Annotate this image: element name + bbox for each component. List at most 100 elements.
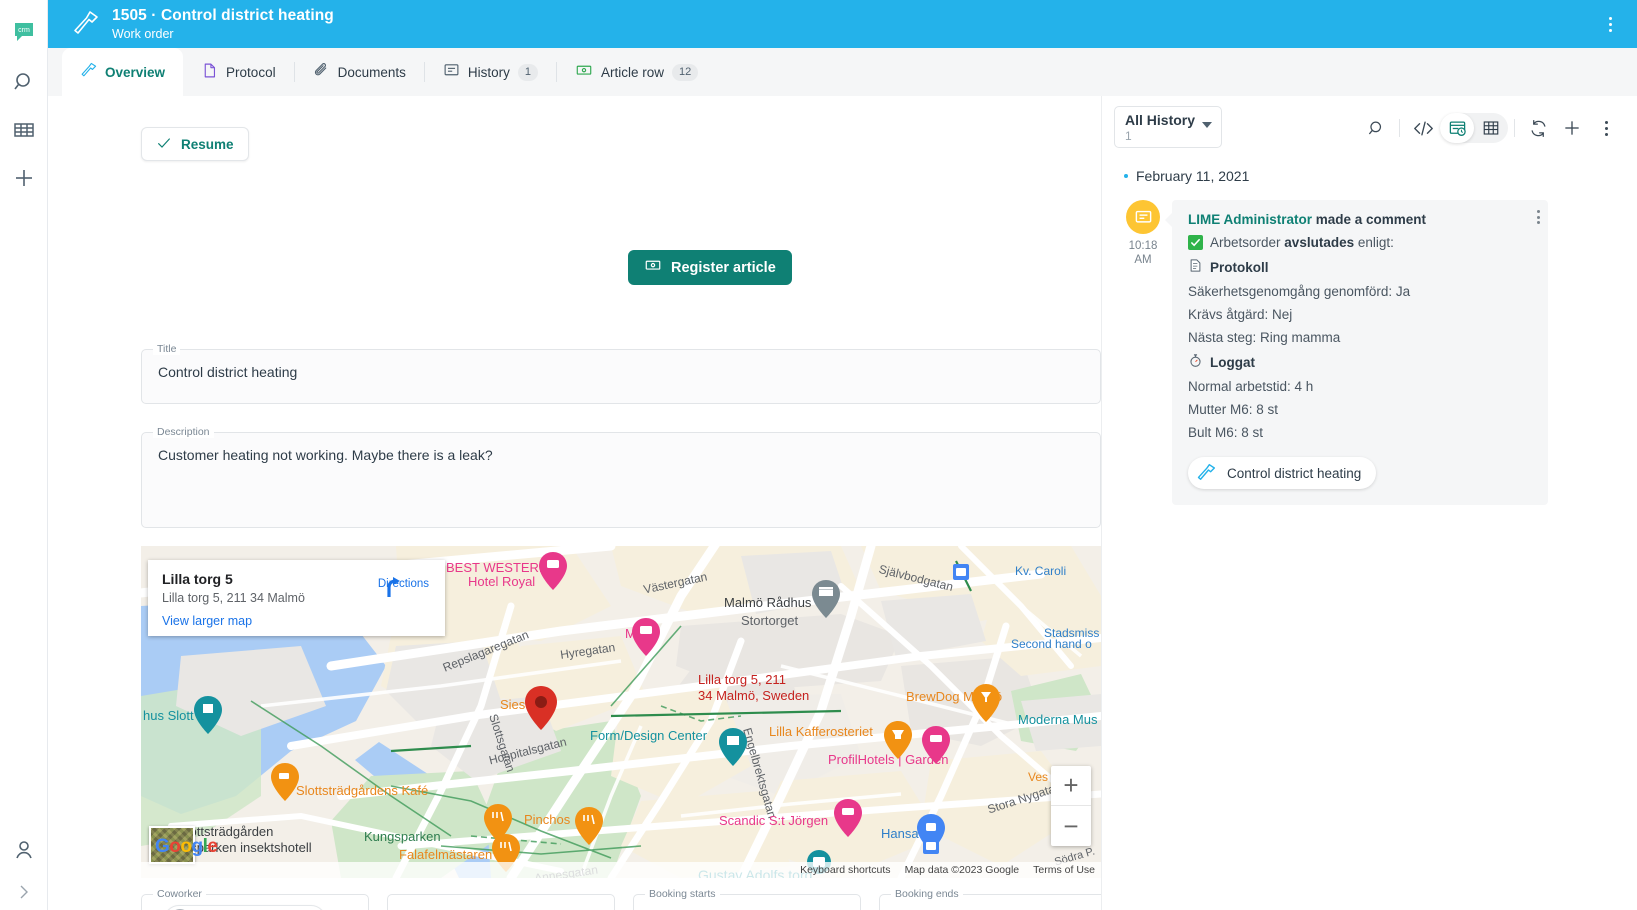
description-value: Customer heating not working. Maybe ther… xyxy=(158,447,493,463)
directions-button[interactable]: Directions xyxy=(378,576,429,597)
overview-form-pane: Resume Register article Title Control di… xyxy=(48,96,1101,910)
hammer-icon xyxy=(80,62,97,82)
keyboard-shortcuts-link[interactable]: Keyboard shortcuts xyxy=(800,864,890,876)
tab-history[interactable]: History 1 xyxy=(425,48,556,96)
timeline-date-dot xyxy=(1124,174,1128,178)
register-article-label: Register article xyxy=(671,259,776,276)
map-zoom-in-button[interactable]: + xyxy=(1051,766,1091,806)
history-kebab-icon[interactable] xyxy=(1589,112,1623,144)
title-value: Control district heating xyxy=(158,364,298,380)
history-line-4: Krävs åtgärd: Nej xyxy=(1188,307,1532,322)
related-record-tag[interactable]: Control district heating xyxy=(1188,457,1377,489)
description-field[interactable]: Description Customer heating not working… xyxy=(141,426,1101,528)
table-view-icon[interactable] xyxy=(1474,113,1508,143)
timeline-date-group: February 11, 2021 xyxy=(1112,154,1637,184)
app-root: crm 1505 · Control district heating Work… xyxy=(0,0,1637,910)
history-line-5: Nästa steg: Ring mamma xyxy=(1188,330,1532,345)
history-view-toggle xyxy=(1440,113,1508,143)
history-entry-time-hm: 10:18 xyxy=(1128,240,1158,252)
booking-ends-field[interactable]: Booking ends 2021-06-01 17:00 xyxy=(879,888,1101,910)
description-label: Description xyxy=(153,426,214,438)
view-larger-map-link[interactable]: View larger map xyxy=(162,614,431,628)
timeline-view-icon[interactable] xyxy=(1440,113,1474,143)
main-column: 1505 · Control district heating Work ord… xyxy=(48,0,1637,910)
tab-label: Overview xyxy=(105,64,166,80)
paperclip-icon xyxy=(313,62,330,82)
line1-bold: avslutades xyxy=(1284,235,1355,250)
tab-label: History xyxy=(467,64,510,80)
history-entry-meta: 10:18 AM xyxy=(1114,200,1172,505)
history-entry-header: LIME Administrator made a comment xyxy=(1188,212,1532,227)
expand-icon[interactable] xyxy=(0,874,48,910)
history-entry-time-ampm: AM xyxy=(1134,254,1152,267)
svg-text:crm: crm xyxy=(18,27,30,34)
search-icon[interactable] xyxy=(1359,112,1393,144)
tool-divider xyxy=(1399,119,1400,137)
terms-of-use-link[interactable]: Terms of Use xyxy=(1033,864,1095,876)
code-icon[interactable] xyxy=(1406,112,1440,144)
plus-icon[interactable] xyxy=(0,154,48,202)
hammer-icon xyxy=(68,9,102,39)
history-line-3: Säkerhetsgenomgång genomförd: Ja xyxy=(1188,284,1532,299)
add-history-icon[interactable] xyxy=(1555,112,1589,144)
chevron-down-icon xyxy=(1202,122,1213,128)
register-article-button[interactable]: Register article xyxy=(628,250,792,285)
left-rail: crm xyxy=(0,0,48,910)
line1-post: enligt: xyxy=(1354,235,1394,250)
map-info-card: Lilla torg 5 Lilla torg 5, 211 34 Malmö … xyxy=(148,560,445,636)
coworker-label: Coworker xyxy=(153,888,206,900)
header-text: 1505 · Control district heating Work ord… xyxy=(112,7,334,41)
map-zoom-out-button[interactable]: − xyxy=(1051,806,1091,846)
coworker-chip[interactable]: LIME Administr... xyxy=(164,905,326,910)
tab-label: Protocol xyxy=(226,64,276,80)
page-subtitle: Work order xyxy=(112,27,174,42)
history-line-1-text: Arbetsorder avslutades enligt: xyxy=(1210,235,1394,250)
tab-article-row[interactable]: Article row 12 xyxy=(557,48,716,96)
history-filter-count: 1 xyxy=(1125,129,1132,143)
history-filter-label: All History xyxy=(1125,112,1196,128)
history-line-1: Arbetsorder avslutades enligt: xyxy=(1188,235,1532,250)
page-title: 1505 · Control district heating xyxy=(112,6,334,24)
history-entry-author: LIME Administrator xyxy=(1188,212,1313,227)
refresh-icon[interactable] xyxy=(1521,112,1555,144)
tab-documents[interactable]: Documents xyxy=(295,48,424,96)
search-icon[interactable] xyxy=(0,58,48,106)
map-data-text: Map data ©2023 Google xyxy=(904,864,1020,876)
banknote-icon xyxy=(644,257,662,278)
map-zoom-controls: + − xyxy=(1051,766,1091,846)
history-line-9: Bult M6: 8 st xyxy=(1188,425,1532,440)
history-tool-icons xyxy=(1359,106,1623,144)
booking-starts-field[interactable]: Booking starts 2021-06-01 14:00 xyxy=(633,888,861,910)
history-line-7: Normal arbetstid: 4 h xyxy=(1188,379,1532,394)
history-line-2-text: Protokoll xyxy=(1210,259,1269,275)
history-entry-action: made a comment xyxy=(1312,212,1427,227)
resume-button[interactable]: Resume xyxy=(141,127,249,161)
history-line-8: Mutter M6: 8 st xyxy=(1188,402,1532,417)
history-filter-select[interactable]: All History 1 xyxy=(1114,106,1223,148)
history-toolbar: All History 1 xyxy=(1102,96,1637,154)
comment-icon xyxy=(1126,200,1160,234)
coworker-field[interactable]: Coworker LIME Administr... xyxy=(141,888,369,910)
history-line-9-text: Bult M6: 8 st xyxy=(1188,425,1264,440)
green-check-icon xyxy=(1188,235,1203,250)
content-area: Resume Register article Title Control di… xyxy=(48,96,1637,910)
tab-label: Documents xyxy=(337,64,406,80)
deadline-field[interactable]: Deadline xyxy=(387,894,615,910)
stopwatch-icon xyxy=(1188,353,1203,371)
grid-icon[interactable] xyxy=(0,106,48,154)
entry-kebab-icon[interactable] xyxy=(1537,210,1540,224)
tab-protocol[interactable]: Protocol xyxy=(183,48,294,96)
crm-logo-icon[interactable]: crm xyxy=(0,8,48,56)
title-field[interactable]: Title Control district heating xyxy=(141,343,1101,404)
location-map[interactable]: BEST WESTERN Hotel Royal Västergatan Självb… xyxy=(141,546,1101,878)
user-icon[interactable] xyxy=(0,826,48,874)
tab-overview[interactable]: Overview xyxy=(62,48,184,96)
history-line-6-text: Loggat xyxy=(1210,354,1255,370)
line1-pre: Arbetsorder xyxy=(1210,235,1285,250)
title-label: Title xyxy=(153,343,181,355)
google-logo: Google xyxy=(155,836,218,857)
history-line-2: Protokoll xyxy=(1188,258,1532,276)
document-icon xyxy=(201,62,218,82)
header-kebab-icon[interactable] xyxy=(1597,9,1623,39)
hammer-icon xyxy=(1194,461,1218,485)
